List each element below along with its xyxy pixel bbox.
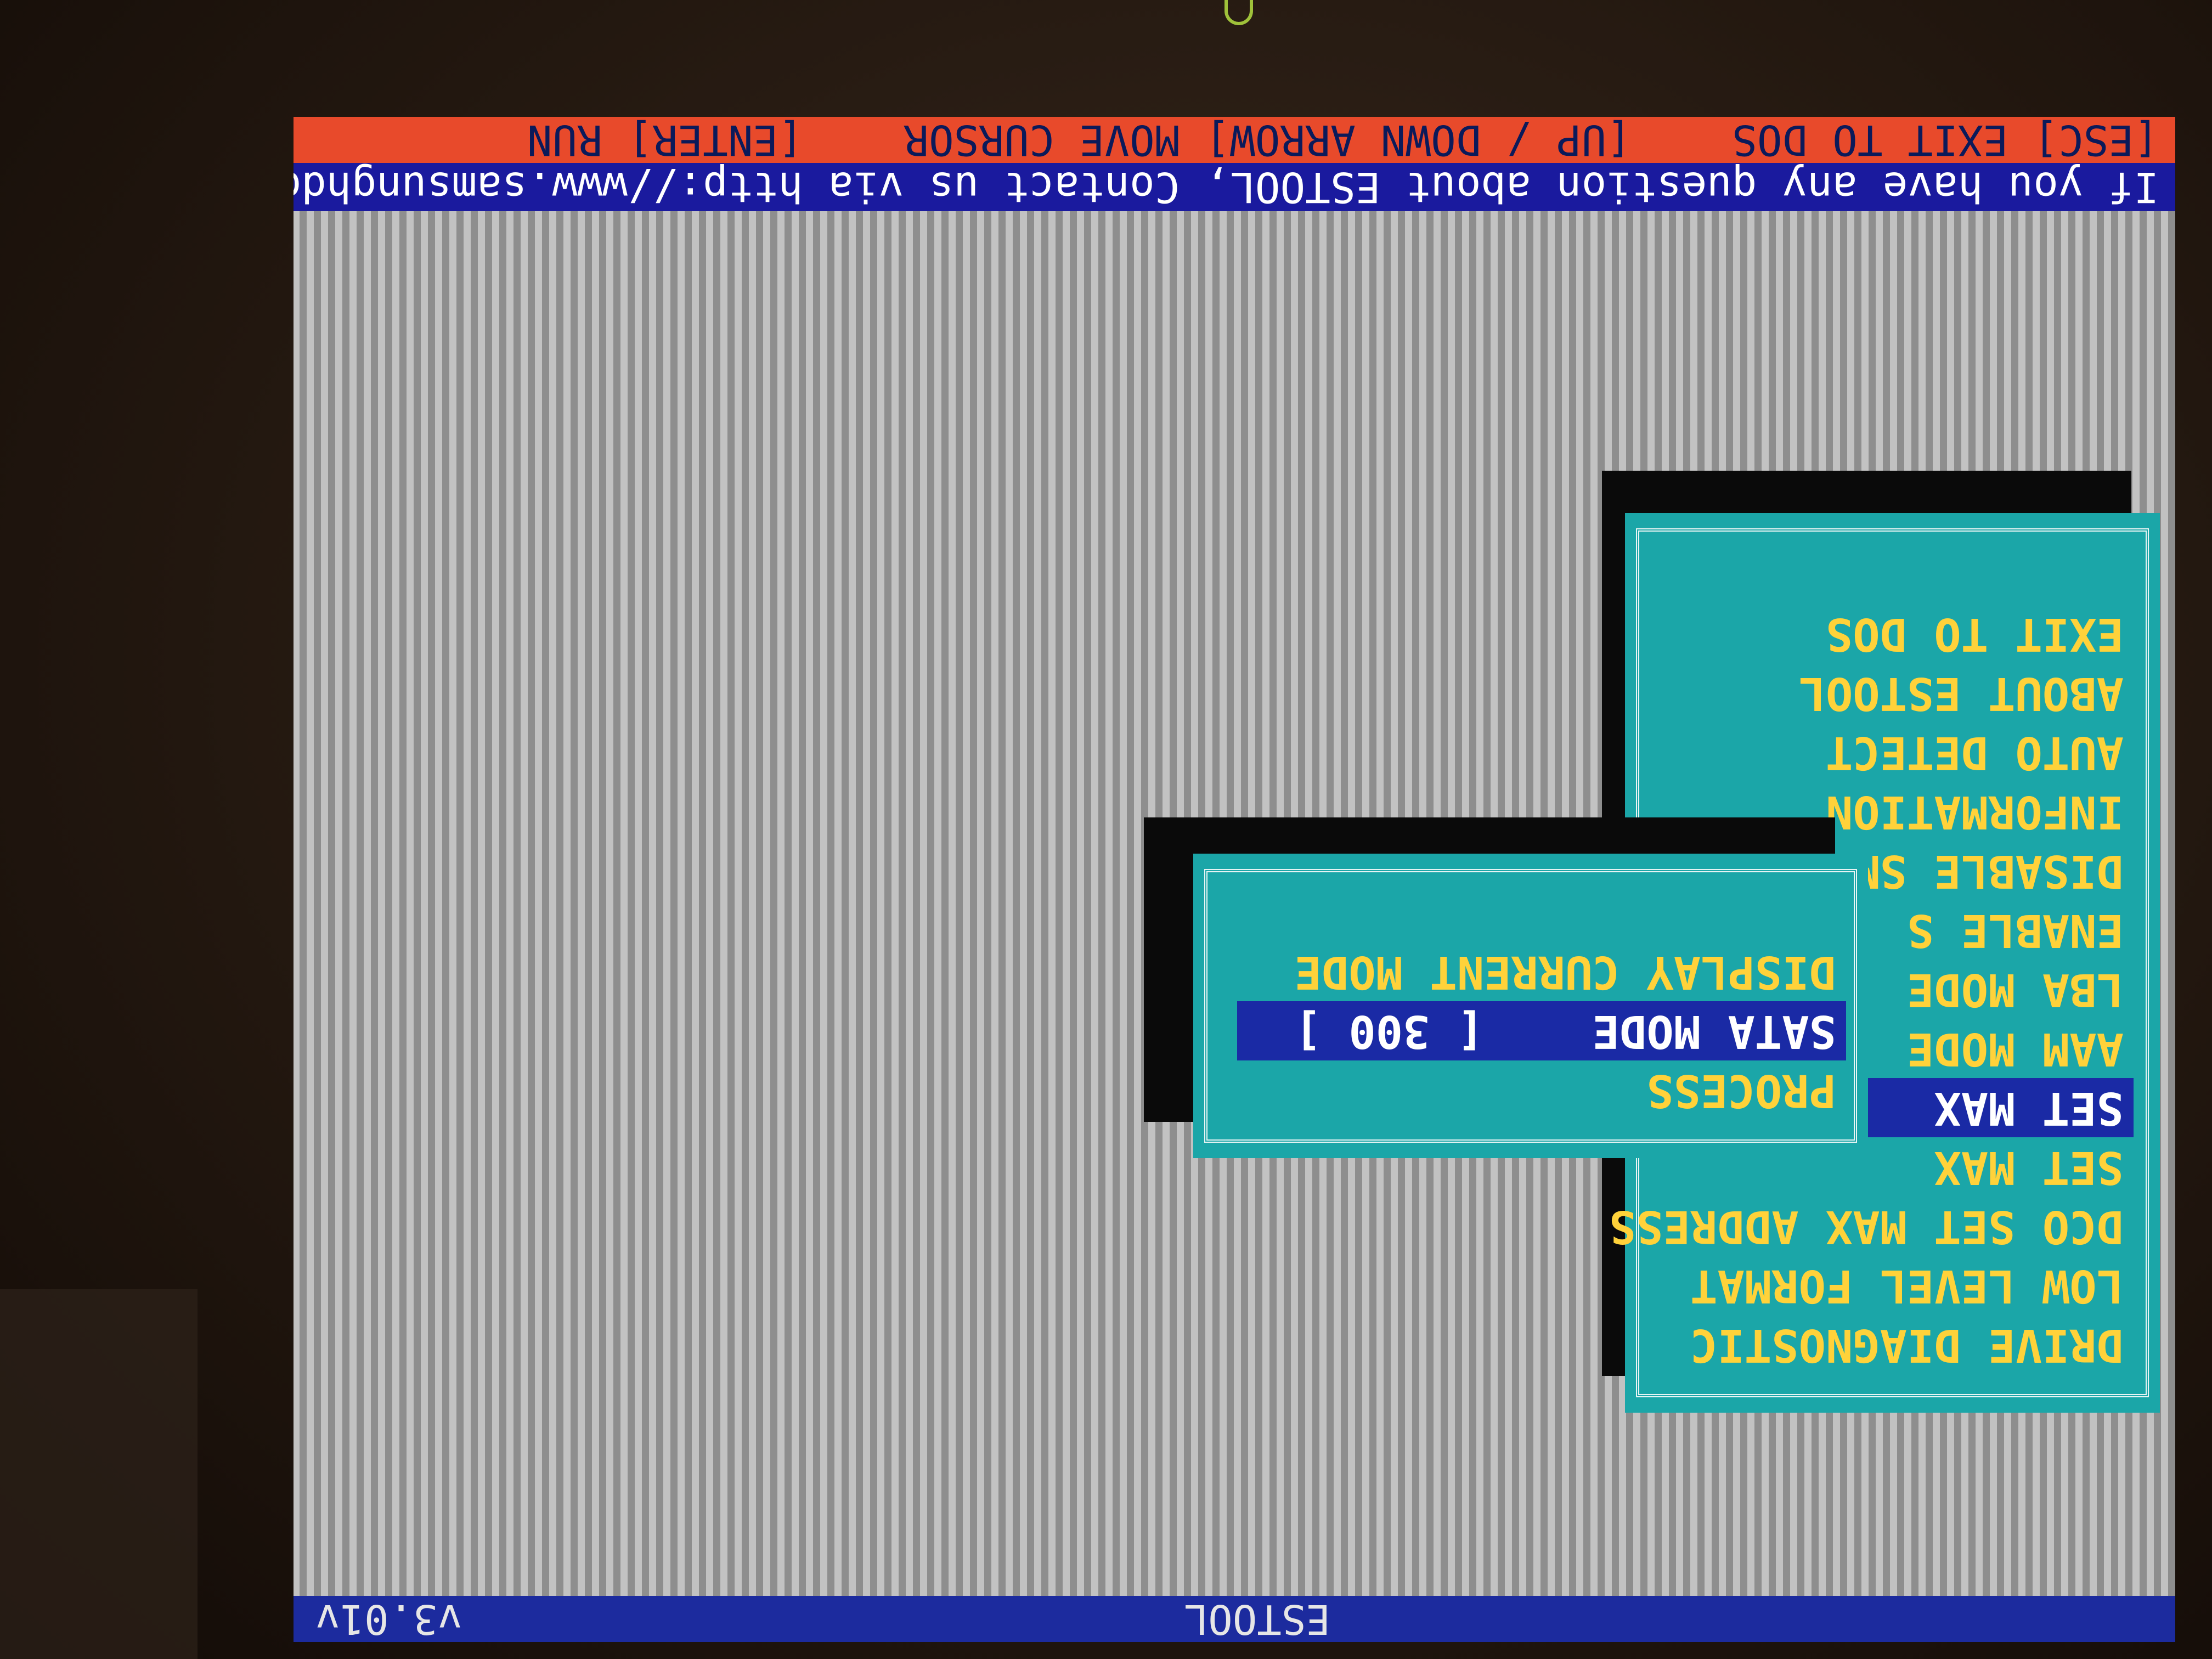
dos-screen: ESTOOL v3.01v DRIVE DIAGNOSTIC LOW LEVEL…	[294, 117, 2175, 1642]
app-title: ESTOOL	[1183, 1595, 1330, 1642]
submenu-item-process[interactable]: PROCESS	[1237, 1060, 1846, 1120]
desk-object	[0, 1289, 198, 1659]
submenu-item-sata-mode[interactable]: SATA MODE [ 300 ]	[1237, 1001, 1846, 1060]
title-bar: ESTOOL v3.01v	[294, 1595, 2175, 1642]
menu-item-auto-detect[interactable]: AUTO DETECT	[1599, 723, 2134, 782]
key-hint-bar: [ESC] EXIT TO DOS [UP / DOWN ARROW] MOVE…	[294, 117, 2175, 165]
version-label: v3.01v	[315, 1595, 462, 1642]
menu-item-about-estool[interactable]: ABOUT ESTOOL	[1599, 663, 2134, 723]
menu-item-dco-set-max-address[interactable]: DCO SET MAX ADDRESS	[1599, 1197, 2134, 1256]
menu-item-exit-to-dos[interactable]: EXIT TO DOS	[1599, 604, 2134, 663]
sata-submenu: PROCESS SATA MODE [ 300 ] DISPLAY CURREN…	[1193, 854, 1868, 1158]
menu-item-drive-diagnostic[interactable]: DRIVE DIAGNOSTIC	[1599, 1315, 2134, 1374]
help-bar: If you have any question about ESTOOL, C…	[294, 163, 2175, 212]
submenu-item-display-current-mode[interactable]: DISPLAY CURRENT MODE	[1237, 942, 1846, 1001]
menu-item-low-level-format[interactable]: LOW LEVEL FORMAT	[1599, 1256, 2134, 1315]
